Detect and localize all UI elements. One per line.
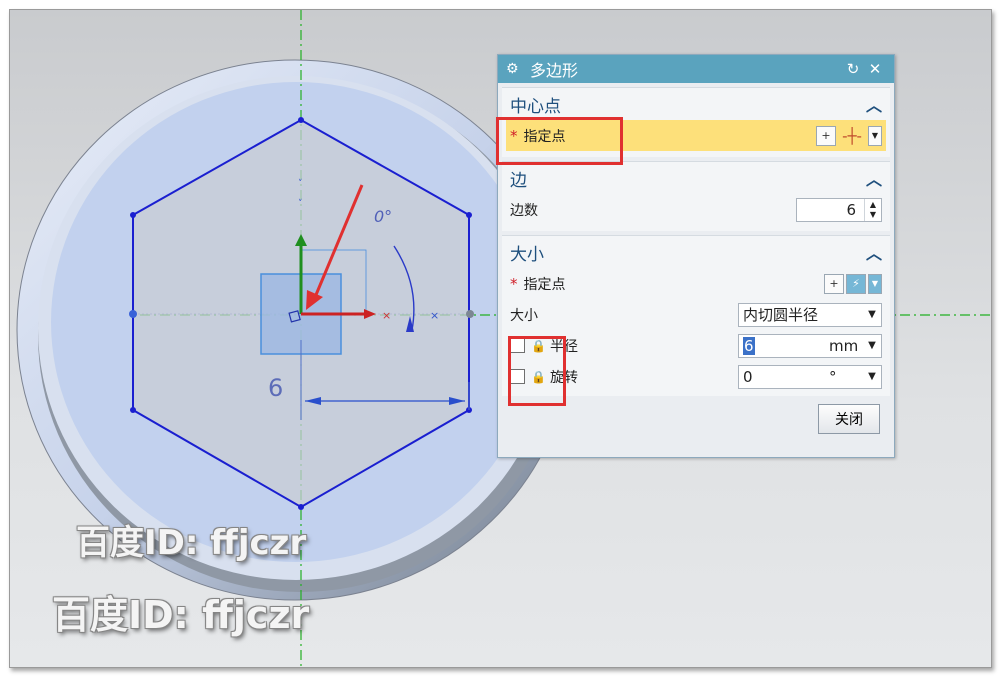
rotation-unit: ° (829, 367, 837, 386)
size-point-label: 指定点 (523, 276, 566, 293)
side-count-label: 边数 (510, 202, 538, 219)
section-header-center[interactable]: 中心点 ︿ (502, 88, 890, 120)
chevron-up-icon[interactable]: ︿ (866, 240, 882, 264)
side-count-row: 边数 6 ▲ ▼ (502, 194, 890, 225)
inferred-point-icon[interactable]: ⚡ (846, 273, 866, 294)
size-type-label: 大小 (510, 307, 538, 324)
point-type-dropdown[interactable]: ▼ (868, 273, 882, 294)
side-count-stepper[interactable]: 6 ▲ ▼ (796, 197, 882, 222)
rotation-value[interactable]: 0 (743, 368, 829, 386)
watermark-2: 百度ID: ffjczr (52, 593, 310, 637)
radius-value[interactable]: 6 (743, 336, 755, 355)
section-title-center: 中心点 (510, 96, 561, 117)
dialog-titlebar[interactable]: ⚙ 多边形 ↻ ✕ (498, 55, 894, 83)
close-button[interactable]: 关闭 (818, 404, 880, 434)
v-marker-2: ˅ (298, 199, 303, 209)
section-title-size: 大小 (510, 244, 544, 265)
reset-icon[interactable]: ↻ (842, 60, 864, 78)
size-specify-point-row[interactable]: * 指定点 + ⚡ ▼ (502, 268, 890, 299)
section-sides: 边 ︿ 边数 6 ▲ ▼ (502, 161, 890, 231)
required-star-icon: * (510, 274, 518, 293)
highlight-box-checkboxes (508, 336, 566, 406)
gear-icon: ⚙ (506, 61, 519, 77)
chevron-down-icon[interactable]: ▼ (863, 309, 881, 320)
highlight-box-center-point (496, 117, 623, 165)
side-count-value[interactable]: 6 (797, 201, 864, 219)
stepper-arrows-icon[interactable]: ▲ ▼ (864, 198, 881, 221)
dimension-value[interactable]: 6 (268, 374, 283, 402)
v-marker: ˅ (298, 179, 303, 189)
chevron-up-icon[interactable]: ︿ (866, 166, 882, 190)
chevron-up-icon[interactable]: ︿ (866, 92, 882, 116)
x-marker: × (382, 309, 391, 322)
angle-label: 0° (374, 207, 392, 226)
left-quadrant-point (129, 310, 137, 318)
right-quadrant-point (466, 310, 474, 318)
point-dialog-button[interactable]: + (816, 125, 836, 146)
dialog-title: 多边形 (530, 61, 579, 80)
radius-input[interactable]: 6 mm ▼ (738, 333, 882, 358)
size-type-value: 内切圆半径 (743, 306, 819, 324)
section-header-size[interactable]: 大小 ︿ (502, 236, 890, 268)
point-dialog-button[interactable]: + (824, 273, 844, 294)
size-type-row: 大小 内切圆半径 ▼ (502, 299, 890, 330)
section-title-sides: 边 (510, 170, 527, 191)
radius-unit: mm (829, 336, 859, 355)
close-icon[interactable]: ✕ (864, 60, 886, 78)
point-type-dropdown[interactable]: ▼ (868, 125, 882, 146)
point-type-icon[interactable]: -┼- (838, 126, 866, 146)
size-type-select[interactable]: 内切圆半径 ▼ (738, 302, 882, 327)
chevron-down-icon[interactable]: ▼ (863, 340, 881, 351)
x-marker-2: × (430, 309, 439, 322)
watermark-1: 百度ID: ffjczr (76, 523, 307, 563)
section-header-sides[interactable]: 边 ︿ (502, 162, 890, 194)
rotation-input[interactable]: 0 ° ▼ (738, 364, 882, 389)
chevron-down-icon[interactable]: ▼ (863, 371, 881, 382)
